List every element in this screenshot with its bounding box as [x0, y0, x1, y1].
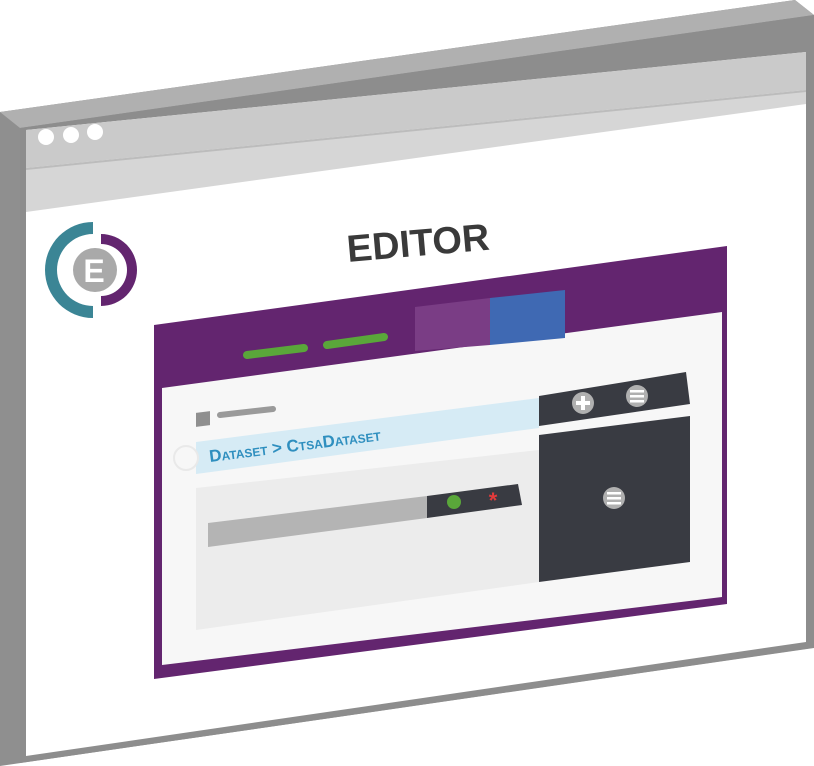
window-dot-close[interactable]	[38, 129, 54, 145]
add-button[interactable]	[572, 392, 594, 414]
green-dot-icon	[447, 495, 461, 509]
menu-button[interactable]	[626, 385, 648, 407]
window-dot-maximize[interactable]	[87, 124, 103, 140]
toolbar-square	[196, 411, 210, 427]
logo-letter: E	[83, 253, 104, 289]
nav-tab-dim[interactable]	[415, 298, 490, 351]
red-asterisk-icon: *	[489, 488, 498, 513]
breadcrumb-toggle[interactable]	[173, 445, 199, 471]
side-panel-menu-button[interactable]	[603, 487, 625, 509]
nav-tab-active[interactable]	[490, 290, 565, 345]
editor-illustration: E EDITOR Dataset > CtsaDataset *	[0, 0, 814, 766]
window-dot-minimize[interactable]	[63, 127, 79, 143]
